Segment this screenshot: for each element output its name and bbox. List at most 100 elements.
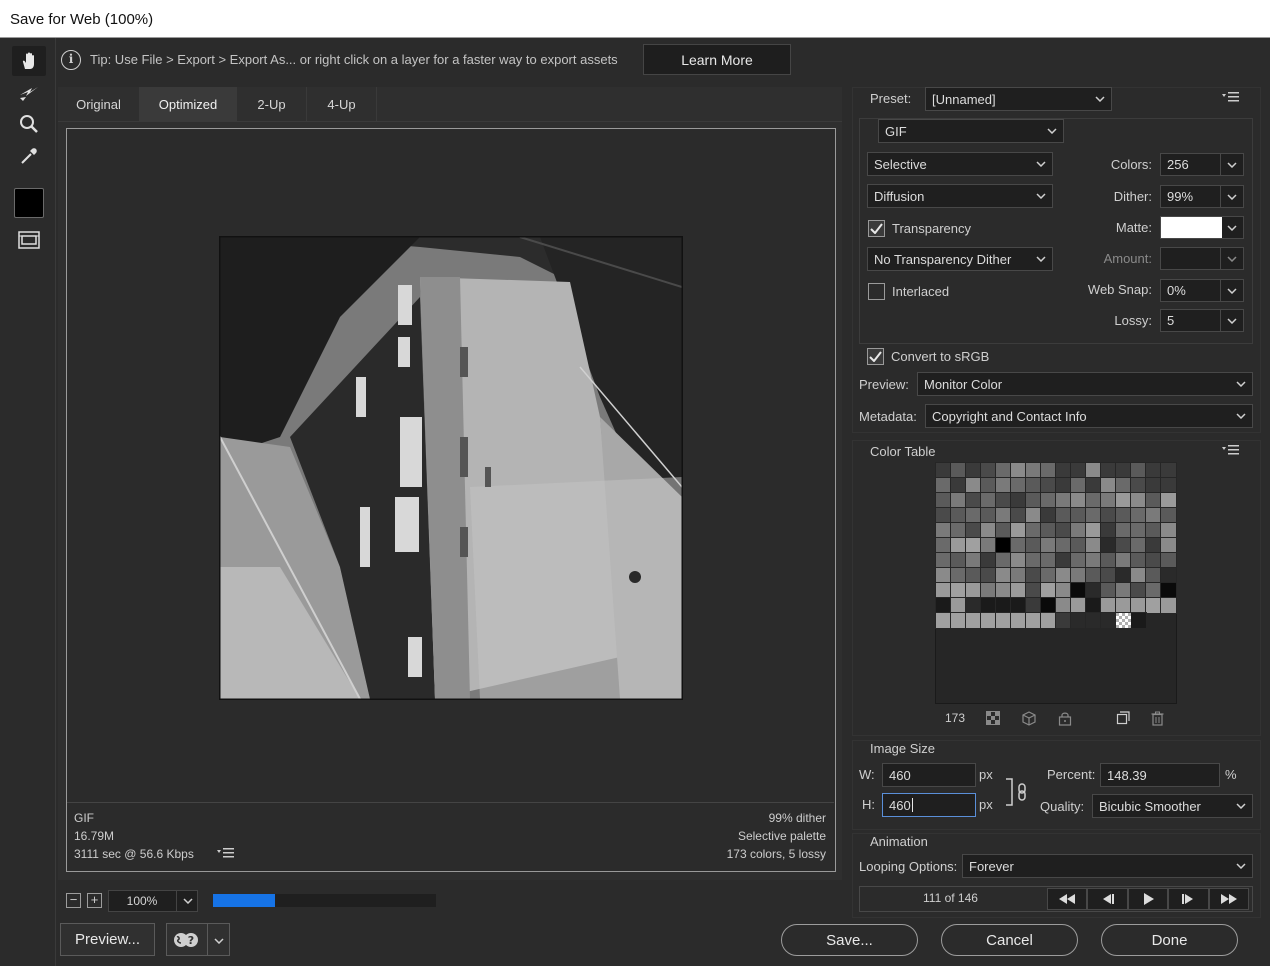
preset-dropdown[interactable]: [Unnamed] (925, 87, 1112, 111)
color-swatch[interactable] (980, 477, 997, 494)
color-swatch[interactable] (1115, 567, 1132, 584)
color-swatch[interactable] (1100, 552, 1117, 569)
color-swatch[interactable] (1070, 612, 1087, 629)
color-swatch[interactable] (1100, 477, 1117, 494)
color-swatch[interactable] (1025, 552, 1042, 569)
color-swatch[interactable] (935, 552, 952, 569)
color-swatch[interactable] (935, 462, 952, 479)
color-swatch[interactable] (1145, 597, 1162, 614)
color-swatch[interactable] (1130, 477, 1147, 494)
color-swatch[interactable] (950, 537, 967, 554)
trash-icon[interactable] (1151, 711, 1164, 729)
color-swatch[interactable] (1145, 582, 1162, 599)
color-swatch[interactable] (1130, 552, 1147, 569)
preview-button[interactable]: Preview... (60, 923, 155, 956)
color-swatch[interactable] (1145, 537, 1162, 554)
color-swatch[interactable] (1010, 612, 1027, 629)
color-swatch[interactable] (965, 537, 982, 554)
color-swatch[interactable] (980, 537, 997, 554)
color-swatch[interactable] (1055, 477, 1072, 494)
color-swatch[interactable] (995, 597, 1012, 614)
color-swatch[interactable] (995, 477, 1012, 494)
color-swatch[interactable] (1130, 537, 1147, 554)
color-swatch[interactable] (1085, 522, 1102, 539)
color-swatch[interactable] (965, 522, 982, 539)
color-swatch[interactable] (1040, 492, 1057, 509)
metadata-dropdown[interactable]: Copyright and Contact Info (925, 404, 1253, 428)
color-swatch[interactable] (1115, 537, 1132, 554)
color-swatch[interactable] (980, 552, 997, 569)
color-swatch[interactable] (1070, 582, 1087, 599)
color-swatch[interactable] (980, 567, 997, 584)
color-swatch[interactable] (965, 507, 982, 524)
color-swatch[interactable] (950, 462, 967, 479)
color-swatch[interactable] (1130, 522, 1147, 539)
format-dropdown[interactable]: GIF (878, 119, 1064, 143)
lossy-input[interactable]: 5 (1160, 309, 1244, 332)
color-table-grid[interactable] (935, 462, 1177, 704)
color-swatch[interactable] (1115, 582, 1132, 599)
color-swatch[interactable] (1085, 582, 1102, 599)
zoom-in-button[interactable]: + (87, 893, 102, 908)
color-swatch[interactable] (1070, 507, 1087, 524)
color-swatch[interactable] (1010, 492, 1027, 509)
color-swatch[interactable] (1100, 567, 1117, 584)
color-swatch[interactable] (965, 567, 982, 584)
color-swatch[interactable] (1130, 597, 1147, 614)
colors-input[interactable]: 256 (1160, 153, 1244, 176)
color-swatch[interactable] (1100, 582, 1117, 599)
color-swatch[interactable] (1115, 477, 1132, 494)
interlaced-checkbox[interactable] (868, 283, 885, 300)
color-swatch[interactable] (1130, 462, 1147, 479)
color-swatch[interactable] (935, 522, 952, 539)
color-swatch[interactable] (1160, 552, 1177, 569)
color-swatch[interactable] (1085, 492, 1102, 509)
previous-frame-icon[interactable] (1087, 888, 1128, 910)
color-swatch[interactable] (1040, 477, 1057, 494)
tab-4-up[interactable]: 4-Up (307, 87, 377, 122)
optimized-preview-frame[interactable]: GIF 16.79M 3111 sec @ 56.6 Kbps 99% dith… (66, 128, 836, 872)
eyedropper-tool-button[interactable] (12, 141, 46, 171)
color-swatch[interactable] (1115, 522, 1132, 539)
color-swatch[interactable] (950, 507, 967, 524)
color-swatch[interactable] (965, 552, 982, 569)
matte-color-swatch[interactable] (1161, 217, 1222, 238)
color-swatch[interactable] (935, 492, 952, 509)
color-swatch[interactable] (1085, 567, 1102, 584)
color-swatch[interactable] (1025, 522, 1042, 539)
color-swatch[interactable] (965, 612, 982, 629)
color-swatch[interactable] (1055, 612, 1072, 629)
color-swatch[interactable] (935, 597, 952, 614)
looping-dropdown[interactable]: Forever (962, 854, 1253, 878)
color-swatch[interactable] (995, 492, 1012, 509)
color-swatch[interactable] (1010, 552, 1027, 569)
color-swatch[interactable] (1145, 492, 1162, 509)
color-swatch[interactable] (995, 612, 1012, 629)
color-swatch[interactable] (995, 582, 1012, 599)
color-swatch[interactable] (1130, 492, 1147, 509)
color-swatch[interactable] (1055, 582, 1072, 599)
slice-select-tool-button[interactable] (12, 78, 46, 108)
color-swatch[interactable] (1160, 567, 1177, 584)
zoom-tool-button[interactable] (12, 109, 46, 139)
color-swatch[interactable] (950, 567, 967, 584)
toggle-slices-button[interactable] (12, 225, 46, 255)
color-swatch[interactable] (1025, 582, 1042, 599)
tab-optimized[interactable]: Optimized (140, 87, 237, 122)
color-swatch[interactable] (1130, 612, 1147, 629)
next-frame-icon[interactable] (1168, 888, 1209, 910)
color-swatch[interactable] (1085, 477, 1102, 494)
web-snap-input[interactable]: 0% (1160, 279, 1244, 302)
color-swatch[interactable] (935, 537, 952, 554)
color-swatch[interactable] (1055, 492, 1072, 509)
transparency-checkbox[interactable] (868, 220, 885, 237)
first-frame-icon[interactable] (1047, 888, 1088, 910)
color-swatch[interactable] (935, 612, 952, 629)
color-swatch[interactable] (1160, 477, 1177, 494)
color-swatch[interactable] (935, 477, 952, 494)
matte-dropdown[interactable] (1160, 216, 1244, 239)
color-swatch[interactable] (935, 507, 952, 524)
transparency-dither-dropdown[interactable]: No Transparency Dither (867, 247, 1053, 271)
color-swatch[interactable] (1160, 537, 1177, 554)
transparent-color-swatch[interactable] (1116, 613, 1131, 628)
